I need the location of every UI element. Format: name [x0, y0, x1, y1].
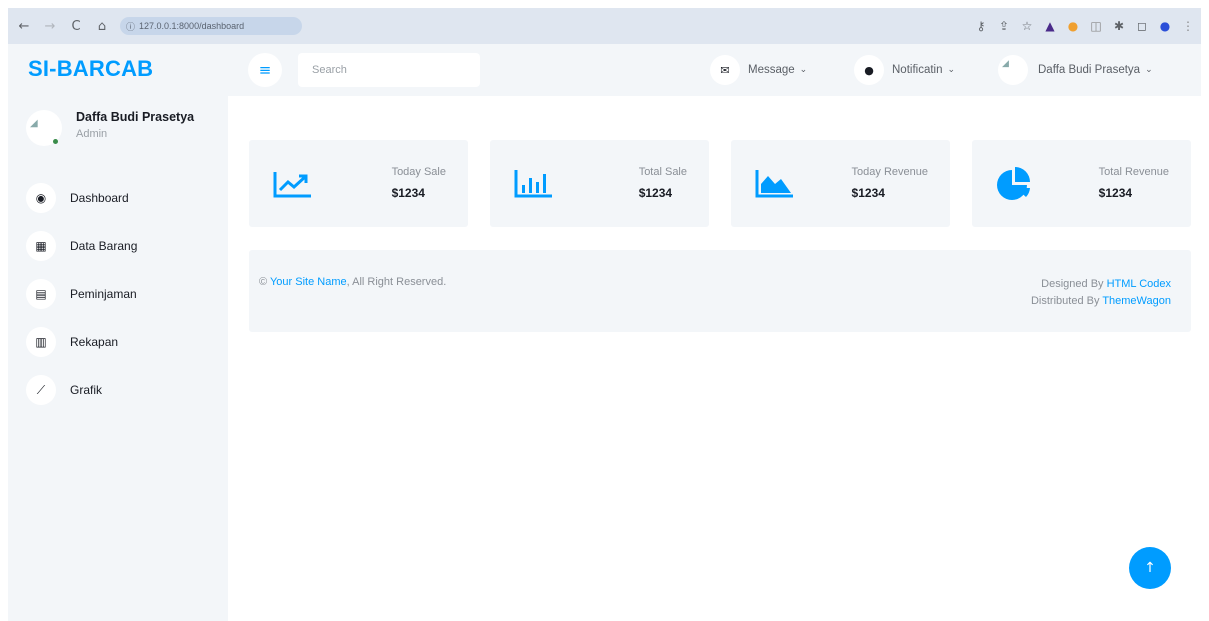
stat-card-text: Today Sale $1234 — [392, 166, 446, 200]
site-info-icon[interactable]: ⓘ — [126, 20, 135, 33]
avatar: ◢ — [998, 55, 1028, 85]
user-dropdown[interactable]: ◢ Daffa Budi Prasetya ⌄ — [998, 53, 1153, 87]
stat-card-total-sale: Total Sale $1234 — [490, 140, 709, 227]
extensions-puzzle-icon[interactable]: ✱ — [1112, 19, 1126, 33]
url-text: 127.0.0.1:8000/dashboard — [139, 21, 245, 31]
bookmark-star-icon[interactable]: ☆ — [1020, 19, 1034, 33]
broken-image-icon: ◢ — [30, 118, 38, 129]
sidebar-nav: ◉ Dashboard ▦ Data Barang ▤ Peminjaman ▥… — [26, 174, 137, 414]
notification-dropdown[interactable]: ● Notificatin ⌄ — [854, 53, 955, 87]
stat-label: Total Revenue — [1098, 166, 1169, 178]
browser-nav-buttons: ← → C ⌂ — [8, 16, 112, 36]
stat-card-text: Total Sale $1234 — [639, 166, 687, 200]
extension-c-icon[interactable]: ◫ — [1089, 19, 1103, 33]
sidebar-item-grafik[interactable]: ⟋ Grafik — [26, 366, 137, 414]
address-bar[interactable]: ⓘ 127.0.0.1:8000/dashboard — [120, 17, 302, 35]
stat-value: $1234 — [851, 186, 885, 200]
chart-line-icon — [273, 172, 311, 198]
message-label: Message — [748, 64, 795, 76]
share-icon[interactable]: ⇪ — [997, 19, 1011, 33]
key-icon[interactable]: ⚷ — [974, 19, 988, 33]
designed-by-text: Designed By — [1041, 278, 1107, 290]
reload-icon[interactable]: C — [66, 16, 86, 36]
hamburger-icon: ≡ — [258, 61, 272, 79]
copyright-symbol: © — [259, 276, 268, 288]
home-icon[interactable]: ⌂ — [92, 16, 112, 36]
sidebar-item-label: Data Barang — [70, 239, 138, 253]
notification-label: Notificatin — [892, 64, 943, 76]
sidebar-item-label: Grafik — [70, 383, 103, 397]
sidebar-item-label: Peminjaman — [70, 287, 137, 301]
user-name: Daffa Budi Prasetya — [1038, 64, 1141, 76]
browser-menu-icon[interactable]: ⋮ — [1181, 19, 1195, 33]
footer: © Your Site Name, All Right Reserved. De… — [249, 250, 1191, 332]
chart-bar-icon — [514, 170, 552, 198]
sidebar-item-dashboard[interactable]: ◉ Dashboard — [26, 174, 137, 222]
footer-copyright: © Your Site Name, All Right Reserved. — [259, 276, 446, 288]
table-icon: ▦ — [26, 231, 56, 261]
sidebar: SI-BARCAB ◢ Daffa Budi Prasetya Admin ◉ … — [8, 44, 228, 621]
arrow-up-icon: ↑ — [1144, 560, 1156, 576]
distributed-by-text: Distributed By — [1030, 295, 1103, 307]
stat-card-text: Today Revenue $1234 — [852, 166, 928, 200]
envelope-icon: ✉ — [710, 55, 740, 85]
message-dropdown[interactable]: ✉ Message ⌄ — [710, 53, 807, 87]
stat-label: Total Sale — [638, 166, 687, 178]
chart-pie-icon — [997, 167, 1030, 200]
bell-icon: ● — [854, 55, 884, 85]
profile-name: Daffa Budi Prasetya — [76, 110, 195, 124]
site-name-link[interactable]: Your Site Name — [270, 276, 347, 288]
chevron-down-icon: ⌄ — [799, 65, 808, 75]
stat-card-text: Total Revenue $1234 — [1099, 166, 1169, 200]
browser-extensions: ⚷ ⇪ ☆ ▲ ● ◫ ✱ ◻ ● ⋮ — [974, 8, 1195, 44]
profile-icon[interactable]: ● — [1158, 19, 1172, 33]
sidebar-item-rekapan[interactable]: ▥ Rekapan — [26, 318, 137, 366]
menu-toggle-button[interactable]: ≡ — [248, 53, 282, 87]
stat-value: $1234 — [638, 186, 673, 200]
designer-link[interactable]: HTML Codex — [1107, 278, 1171, 290]
broken-image-icon: ◢ — [1002, 59, 1009, 69]
sidebar-item-data-barang[interactable]: ▦ Data Barang — [26, 222, 137, 270]
distributor-link[interactable]: ThemeWagon — [1102, 295, 1171, 307]
sidepanel-icon[interactable]: ◻ — [1135, 19, 1149, 33]
sidebar-item-label: Dashboard — [70, 191, 129, 205]
stat-label: Today Sale — [391, 166, 446, 178]
stat-value: $1234 — [391, 186, 425, 200]
rights-text: , All Right Reserved. — [346, 276, 447, 288]
keyboard-icon: ▤ — [26, 279, 56, 309]
online-status-dot — [53, 139, 58, 144]
tachometer-icon: ◉ — [26, 183, 56, 213]
stat-label: Today Revenue — [851, 166, 928, 178]
sidebar-item-peminjaman[interactable]: ▤ Peminjaman — [26, 270, 137, 318]
profile-role: Admin — [76, 128, 108, 140]
browser-toolbar: ← → C ⌂ ⓘ 127.0.0.1:8000/dashboard ⚷ ⇪ ☆… — [8, 8, 1201, 44]
stat-card-today-sale: Today Sale $1234 — [249, 140, 468, 227]
footer-credits: Designed By HTML Codex Distributed By Th… — [1031, 276, 1171, 310]
extension-cookie-icon[interactable]: ● — [1066, 19, 1080, 33]
stat-card-today-revenue: Today Revenue $1234 — [731, 140, 950, 227]
back-icon[interactable]: ← — [14, 16, 34, 36]
table-list-icon: ▥ — [26, 327, 56, 357]
brand-logo[interactable]: SI-BARCAB — [28, 56, 153, 82]
sidebar-item-label: Rekapan — [70, 335, 119, 349]
chevron-down-icon: ⌄ — [1145, 65, 1153, 75]
chevron-down-icon: ⌄ — [947, 65, 956, 75]
forward-icon[interactable]: → — [40, 16, 60, 36]
chart-area-icon — [755, 170, 793, 198]
topbar: ≡ ✉ Message ⌄ ● Notificatin ⌄ ◢ Daffa Bu… — [228, 44, 1201, 96]
stat-card-total-revenue: Total Revenue $1234 — [972, 140, 1191, 227]
search-input[interactable] — [298, 53, 480, 87]
back-to-top-button[interactable]: ↑ — [1129, 547, 1171, 589]
sidebar-profile: ◢ Daffa Budi Prasetya Admin — [26, 110, 194, 146]
avatar: ◢ — [26, 110, 62, 146]
stat-value: $1234 — [1098, 186, 1133, 200]
chart-line-icon: ⟋ — [26, 375, 56, 405]
extension-hat-icon[interactable]: ▲ — [1043, 19, 1057, 33]
